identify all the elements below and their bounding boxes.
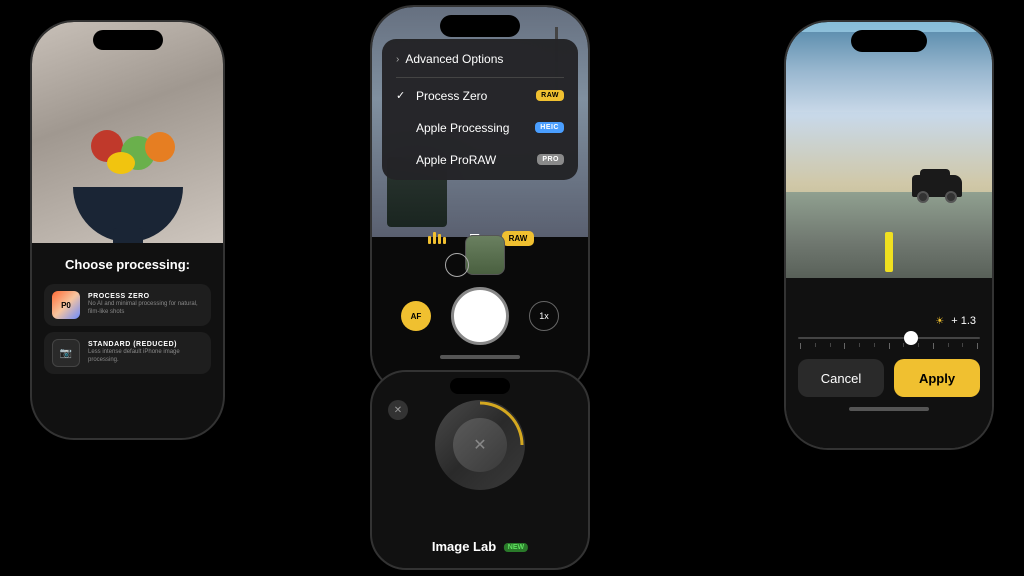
process-zero-text: PROCESS ZERO No AI and minimal processin…: [88, 293, 203, 317]
bar4: [443, 237, 446, 244]
fruit-bowl-image: [63, 122, 193, 242]
exposure-value: ☀ + 1.3: [935, 315, 976, 327]
camera-dropdown-menu: › Advanced Options ✓ Process Zero RAW Ap…: [382, 39, 578, 180]
slider-thumb[interactable]: [904, 331, 918, 345]
phone-center-top-screen: › Advanced Options ✓ Process Zero RAW Ap…: [372, 7, 588, 393]
process-zero-desc: No AI and minimal processing for natural…: [88, 301, 203, 317]
standard-desc: Less intense default iPhone image proces…: [88, 349, 203, 365]
phone-left: Choose processing: P0 PROCESS ZERO No AI…: [30, 20, 225, 440]
standard-name: STANDARD (REDUCED): [88, 341, 203, 348]
thumbnail-preview[interactable]: [465, 235, 505, 275]
menu-item-apple-processing[interactable]: Apple Processing HEIC: [382, 112, 578, 144]
apple-proraw-label: Apple ProRAW: [416, 153, 496, 167]
close-button[interactable]: ✕: [388, 400, 408, 420]
menu-item-apple-proraw[interactable]: Apple ProRAW PRO: [382, 144, 578, 176]
standard-text: STANDARD (REDUCED) Less intense default …: [88, 341, 203, 365]
jeep-wheel-left: [917, 191, 929, 203]
home-indicator-right: [849, 407, 929, 411]
shutter-button[interactable]: [451, 287, 509, 345]
advanced-options-label: Advanced Options: [405, 52, 503, 66]
cancel-button[interactable]: Cancel: [798, 359, 884, 397]
bar3: [438, 234, 441, 244]
exposure-panel: ☀ + 1.3: [786, 278, 992, 448]
tick: [889, 343, 890, 349]
bar1: [428, 236, 431, 244]
apple-processing-label: Apple Processing: [416, 121, 509, 135]
phone-center-top: › Advanced Options ✓ Process Zero RAW Ap…: [370, 5, 590, 395]
pro-badge: PRO: [537, 154, 564, 165]
notch-right: [851, 30, 927, 52]
jeep-silhouette: [912, 172, 962, 207]
arrow-icon: ›: [396, 54, 399, 65]
phone-center-bottom-screen: ✕ // Tick marks rendered via SVG inline: [372, 372, 588, 568]
tick: [844, 343, 845, 349]
phone-center-bottom: ✕ // Tick marks rendered via SVG inline: [370, 370, 590, 570]
tick: [830, 343, 831, 347]
process-zero-option[interactable]: P0 PROCESS ZERO No AI and minimal proces…: [44, 284, 211, 326]
road-surface: [786, 192, 992, 292]
fruit-photo: [32, 22, 223, 252]
tick: [962, 343, 963, 347]
notch: [93, 30, 163, 50]
tick-marks: [798, 343, 980, 349]
tick: [933, 343, 934, 349]
tick: [903, 343, 904, 347]
tick: [918, 343, 919, 347]
dial-container: // Tick marks rendered via SVG inline ✕: [435, 400, 525, 490]
new-badge: NEW: [504, 543, 528, 552]
raw-active-badge[interactable]: RAW: [502, 231, 535, 246]
process-zero-icon: P0: [52, 291, 80, 319]
heic-badge: HEIC: [535, 122, 564, 133]
notch-center: [440, 15, 520, 37]
road-line: [885, 232, 893, 272]
apply-button[interactable]: Apply: [894, 359, 980, 397]
home-indicator: [440, 355, 520, 359]
choose-processing-title: Choose processing:: [44, 257, 211, 272]
check-icon: ✓: [396, 89, 410, 102]
process-zero-label: Process Zero: [416, 89, 487, 103]
dial-inner: ✕: [453, 418, 507, 472]
phone-left-screen: Choose processing: P0 PROCESS ZERO No AI…: [32, 22, 223, 438]
focus-ring: [445, 253, 469, 277]
notch-small: [450, 378, 510, 394]
af-button[interactable]: AF: [401, 301, 431, 331]
tick: [977, 343, 978, 349]
bars: [428, 232, 446, 244]
raw-badge: RAW: [536, 90, 564, 101]
fruit-orange: [145, 132, 175, 162]
standard-option[interactable]: 📷 STANDARD (REDUCED) Less intense defaul…: [44, 332, 211, 374]
tick: [948, 343, 949, 347]
zoom-button[interactable]: 1x: [529, 301, 559, 331]
imagelab-text: Image Lab: [432, 539, 496, 554]
phone-right: ☀ + 1.3: [784, 20, 994, 450]
process-zero-name: PROCESS ZERO: [88, 293, 203, 300]
processing-panel: Choose processing: P0 PROCESS ZERO No AI…: [32, 243, 223, 438]
standard-icon: 📷: [52, 339, 80, 367]
tick: [874, 343, 875, 347]
landscape-photo: [786, 22, 992, 292]
exposure-slider-container: [798, 337, 980, 349]
tick: [859, 343, 860, 347]
shutter-row: AF 1x: [401, 287, 559, 345]
bar2: [433, 232, 436, 244]
dial-outer[interactable]: // Tick marks rendered via SVG inline ✕: [435, 400, 525, 490]
dial-x-icon: ✕: [473, 435, 486, 455]
menu-divider-1: [396, 77, 564, 78]
imagelab-label: Image Lab NEW: [432, 539, 528, 554]
slider-track: [798, 337, 980, 339]
phone-right-screen: ☀ + 1.3: [786, 22, 992, 448]
menu-item-advanced-options[interactable]: › Advanced Options: [382, 43, 578, 75]
tick: [800, 343, 801, 349]
tick: [815, 343, 816, 347]
exposure-number: + 1.3: [951, 315, 976, 327]
menu-item-process-zero[interactable]: ✓ Process Zero RAW: [382, 80, 578, 112]
jeep-wheel-right: [945, 191, 957, 203]
action-buttons: Cancel Apply: [798, 359, 980, 397]
sun-icon: ☀: [935, 316, 944, 327]
histogram-icon[interactable]: [426, 229, 448, 247]
fruit-lemon: [107, 152, 135, 174]
